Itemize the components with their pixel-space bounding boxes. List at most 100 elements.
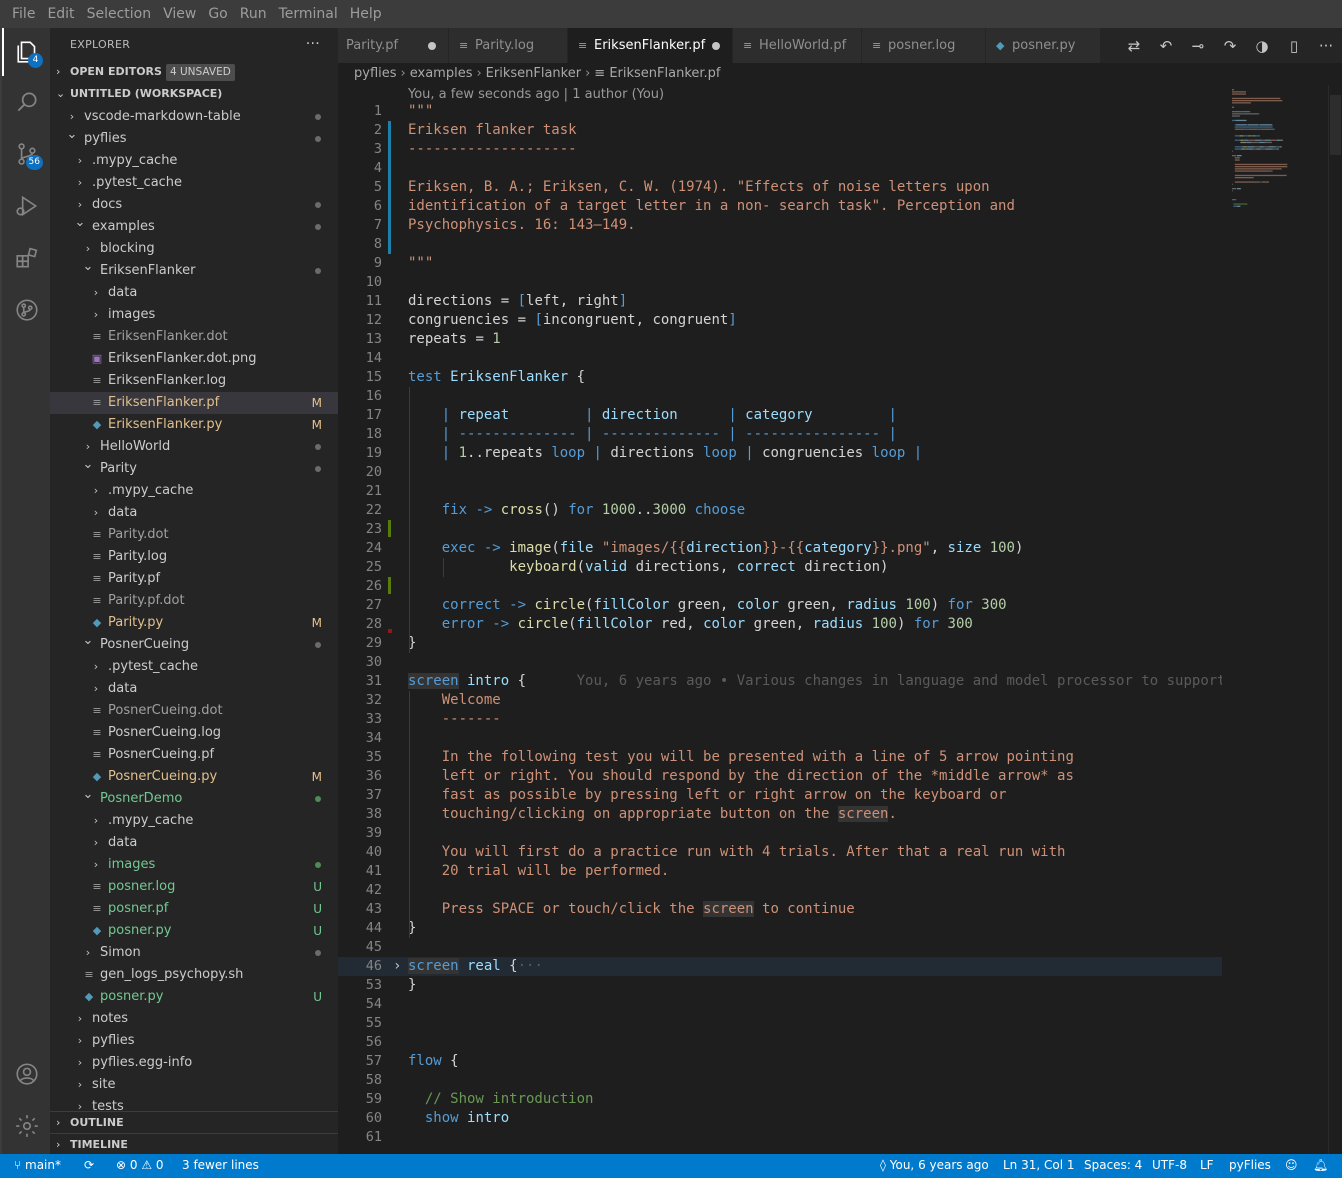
language-mode[interactable]: pyFlies (1229, 1154, 1271, 1176)
tree-folder[interactable]: ⌄ pyflies (50, 127, 338, 150)
code-line[interactable]: 13 repeats = 1 (338, 330, 1222, 349)
tree-folder[interactable]: ⌄ PosnerCueing (50, 633, 338, 656)
git-change-marker[interactable] (388, 577, 391, 594)
tree-file[interactable]: ≡ PosnerCueing.dot (50, 700, 338, 722)
open-changes-icon[interactable]: ⇄ (1118, 37, 1150, 55)
code-line[interactable]: 32 Welcome (338, 691, 1222, 710)
code-line[interactable]: 27 correct -> circle(fillColor green, co… (338, 596, 1222, 615)
blame-status[interactable]: ◊ You, 6 years ago (880, 1154, 989, 1176)
menu-terminal[interactable]: Terminal (273, 0, 344, 28)
vertical-scrollbar[interactable] (1328, 85, 1342, 1154)
split-editor-icon[interactable]: ▯ (1278, 37, 1310, 55)
tree-folder[interactable]: ⌄ examples (50, 215, 338, 238)
search-icon[interactable] (2, 78, 52, 126)
code-line[interactable]: 7 Psychophysics. 16: 143–149. (338, 216, 1222, 235)
workspace-section[interactable]: ⌄ UNTITLED (WORKSPACE) (50, 83, 338, 105)
code-line[interactable]: 42 (338, 881, 1222, 900)
tree-folder[interactable]: › .mypy_cache (50, 480, 338, 502)
tree-file[interactable]: ≡ posner.log U (50, 876, 338, 898)
minimap[interactable] (1222, 85, 1328, 1154)
run-debug-icon[interactable] (2, 182, 52, 230)
tree-folder[interactable]: › Simon (50, 942, 338, 964)
outline-section[interactable]: › OUTLINE (50, 1111, 338, 1133)
timeline-icon[interactable]: ◑ (1246, 37, 1278, 55)
tree-folder[interactable]: › data (50, 282, 338, 304)
code-line[interactable]: 56 (338, 1033, 1222, 1052)
tree-file[interactable]: ▣ EriksenFlanker.dot.png (50, 348, 338, 370)
menu-run[interactable]: Run (234, 0, 273, 28)
sync-icon[interactable]: ⟳ (84, 1154, 94, 1176)
fold-chevron-icon[interactable]: › (393, 957, 401, 976)
previous-change-icon[interactable]: ↶ (1150, 37, 1182, 55)
breadcrumb-item[interactable]: pyflies (354, 66, 397, 81)
code-line[interactable]: 22 fix -> cross() for 1000..3000 choose (338, 501, 1222, 520)
tree-file[interactable]: ◆ posner.py U (50, 986, 338, 1008)
menu-edit[interactable]: Edit (41, 0, 80, 28)
code-line[interactable]: 11 directions = [left, right] (338, 292, 1222, 311)
tree-file[interactable]: ≡ EriksenFlanker.pf M (50, 392, 338, 414)
tree-folder[interactable]: ⌄ Parity (50, 457, 338, 480)
tree-file[interactable]: ≡ PosnerCueing.pf (50, 744, 338, 766)
menu-view[interactable]: View (157, 0, 202, 28)
code-line[interactable]: 57 flow { (338, 1052, 1222, 1071)
code-line[interactable]: 28 error -> circle(fillColor red, color … (338, 615, 1222, 634)
code-line[interactable]: 6 identification of a target letter in a … (338, 197, 1222, 216)
scrollbar-thumb[interactable] (1330, 95, 1341, 155)
tree-folder[interactable]: › .mypy_cache (50, 810, 338, 832)
tab-parity-pf[interactable]: ≡Parity.pf (338, 28, 449, 63)
code-line[interactable]: 35 In the following test you will be pre… (338, 748, 1222, 767)
code-line[interactable]: 5 Eriksen, B. A.; Eriksen, C. W. (1974). … (338, 178, 1222, 197)
code-line[interactable]: 37 fast as possible by pressing left or … (338, 786, 1222, 805)
code-line[interactable]: 23 (338, 520, 1222, 539)
gear-icon[interactable] (2, 1102, 52, 1150)
tree-file[interactable]: ◆ posner.py U (50, 920, 338, 942)
tab-helloworld-pf[interactable]: ≡ HelloWorld.pf (733, 28, 862, 63)
source-control-icon[interactable]: 56 (2, 130, 52, 178)
tree-file[interactable]: ≡ gen_logs_psychopy.sh (50, 964, 338, 986)
tree-file[interactable]: ≡ Parity.log (50, 546, 338, 568)
code-line[interactable]: 19 | 1..repeats loop | directions loop |… (338, 444, 1222, 463)
tree-folder[interactable]: › images (50, 304, 338, 326)
code-line[interactable]: 1 """ (338, 102, 1222, 121)
cursor-position[interactable]: Ln 31, Col 1 (1003, 1154, 1075, 1176)
breadcrumb-item[interactable]: EriksenFlanker (486, 66, 581, 81)
menu-selection[interactable]: Selection (81, 0, 158, 28)
menu-help[interactable]: Help (344, 0, 388, 28)
tree-file[interactable]: ≡ Parity.pf (50, 568, 338, 590)
tree-folder[interactable]: › .pytest_cache (50, 656, 338, 678)
code-line[interactable]: 17 | repeat | direction | category | (338, 406, 1222, 425)
code-line[interactable]: 25 keyboard(valid directions, correct di… (338, 558, 1222, 577)
code-line[interactable]: 33 ------- (338, 710, 1222, 729)
tree-folder[interactable]: › images (50, 854, 338, 876)
tree-folder[interactable]: › tests (50, 1096, 338, 1111)
next-change-icon[interactable]: ↷ (1214, 37, 1246, 55)
code-line[interactable]: 38 touching/clicking on appropriate butt… (338, 805, 1222, 824)
tree-file[interactable]: ≡ posner.pf U (50, 898, 338, 920)
git-deletion-marker[interactable] (388, 629, 393, 633)
tree-file[interactable]: ≡ PosnerCueing.log (50, 722, 338, 744)
tree-folder[interactable]: ⌄ EriksenFlanker (50, 259, 338, 282)
tree-folder[interactable]: › pyflies.egg-info (50, 1052, 338, 1074)
unsaved-dot-icon[interactable] (712, 42, 720, 50)
code-line[interactable]: 61 (338, 1128, 1222, 1147)
breadcrumb-item[interactable]: examples (410, 66, 473, 81)
tree-folder[interactable]: › docs (50, 194, 338, 216)
code-line[interactable]: 10 (338, 273, 1222, 292)
tree-folder[interactable]: › site (50, 1074, 338, 1096)
code-line[interactable]: 58 (338, 1071, 1222, 1090)
code-line[interactable]: 40 You will first do a practice run with… (338, 843, 1222, 862)
tree-file[interactable]: ◆ EriksenFlanker.py M (50, 414, 338, 436)
code-line[interactable]: 39 (338, 824, 1222, 843)
timeline-section[interactable]: › TIMELINE (50, 1133, 338, 1154)
open-editors-section[interactable]: › OPEN EDITORS 4 UNSAVED (50, 61, 338, 83)
notifications-icon[interactable]: 🔔︎ (1313, 1154, 1328, 1176)
code-line[interactable]: 34 (338, 729, 1222, 748)
code-line[interactable]: 44} (338, 919, 1222, 938)
code-editor[interactable]: You, a few seconds ago | 1 author (You) … (338, 85, 1222, 1154)
encoding[interactable]: UTF-8 (1152, 1154, 1187, 1176)
code-line[interactable]: 55 (338, 1014, 1222, 1033)
code-line[interactable]: 12 congruencies = [incongruent, congruent… (338, 311, 1222, 330)
code-line[interactable]: 18 | -------------- | -------------- | -… (338, 425, 1222, 444)
git-change-marker[interactable] (388, 520, 391, 537)
code-line[interactable]: 8 (338, 235, 1222, 254)
